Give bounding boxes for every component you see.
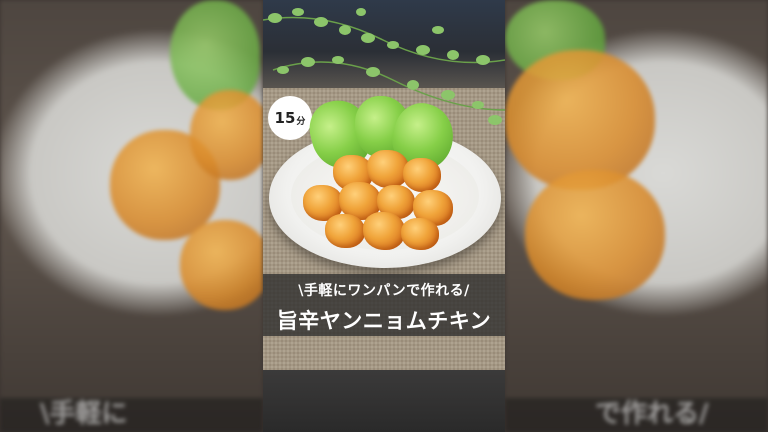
chicken-blur — [505, 50, 655, 190]
blurred-background-right: で作れる/ — [505, 0, 768, 432]
chicken-piece — [403, 158, 441, 192]
cook-time-unit: 分 — [296, 116, 306, 127]
cook-time-badge: 15 分 — [268, 96, 312, 140]
video-frame[interactable]: 15 分 \手軽にワンパンで作れる/ 旨辛ヤンニョムチキン — [263, 0, 505, 432]
cook-time-number: 15 — [274, 109, 296, 127]
ghost-caption-right: で作れる/ — [595, 399, 709, 429]
chicken-piece — [401, 218, 439, 250]
blurred-background-left: \手軽に — [0, 0, 263, 432]
chicken-blur — [525, 170, 665, 300]
video-subtitle: \手軽にワンパンで作れる/ — [298, 283, 470, 299]
chicken-blur — [190, 90, 263, 180]
chicken-piece — [325, 214, 365, 248]
table-edge — [263, 370, 505, 432]
ghost-caption-left: \手軽に — [40, 399, 128, 429]
video-title: 旨辛ヤンニョムチキン — [276, 309, 492, 333]
chicken-piece — [363, 212, 405, 250]
chicken-blur — [180, 220, 263, 310]
